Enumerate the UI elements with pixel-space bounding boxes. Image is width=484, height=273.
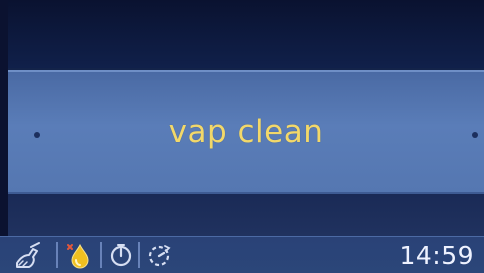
message-banner: vap clean bbox=[8, 70, 484, 194]
clock-display: 14:59 bbox=[399, 240, 474, 270]
top-display-area bbox=[8, 0, 484, 68]
program-message: vap clean bbox=[168, 114, 324, 150]
right-indicator-dot bbox=[472, 132, 478, 138]
timer-icon[interactable] bbox=[106, 241, 136, 269]
oven-display-screen: vap clean 14:59 bbox=[0, 0, 484, 273]
screen-left-edge bbox=[0, 0, 8, 236]
status-bar: 14:59 bbox=[0, 236, 484, 273]
steam-drop-icon[interactable] bbox=[62, 241, 98, 269]
status-separator bbox=[100, 242, 102, 268]
cleaning-brush-icon[interactable] bbox=[10, 241, 52, 269]
status-separator bbox=[56, 242, 58, 268]
lower-display-area bbox=[8, 194, 484, 236]
delayed-start-icon[interactable] bbox=[144, 241, 174, 269]
status-separator bbox=[138, 242, 140, 268]
